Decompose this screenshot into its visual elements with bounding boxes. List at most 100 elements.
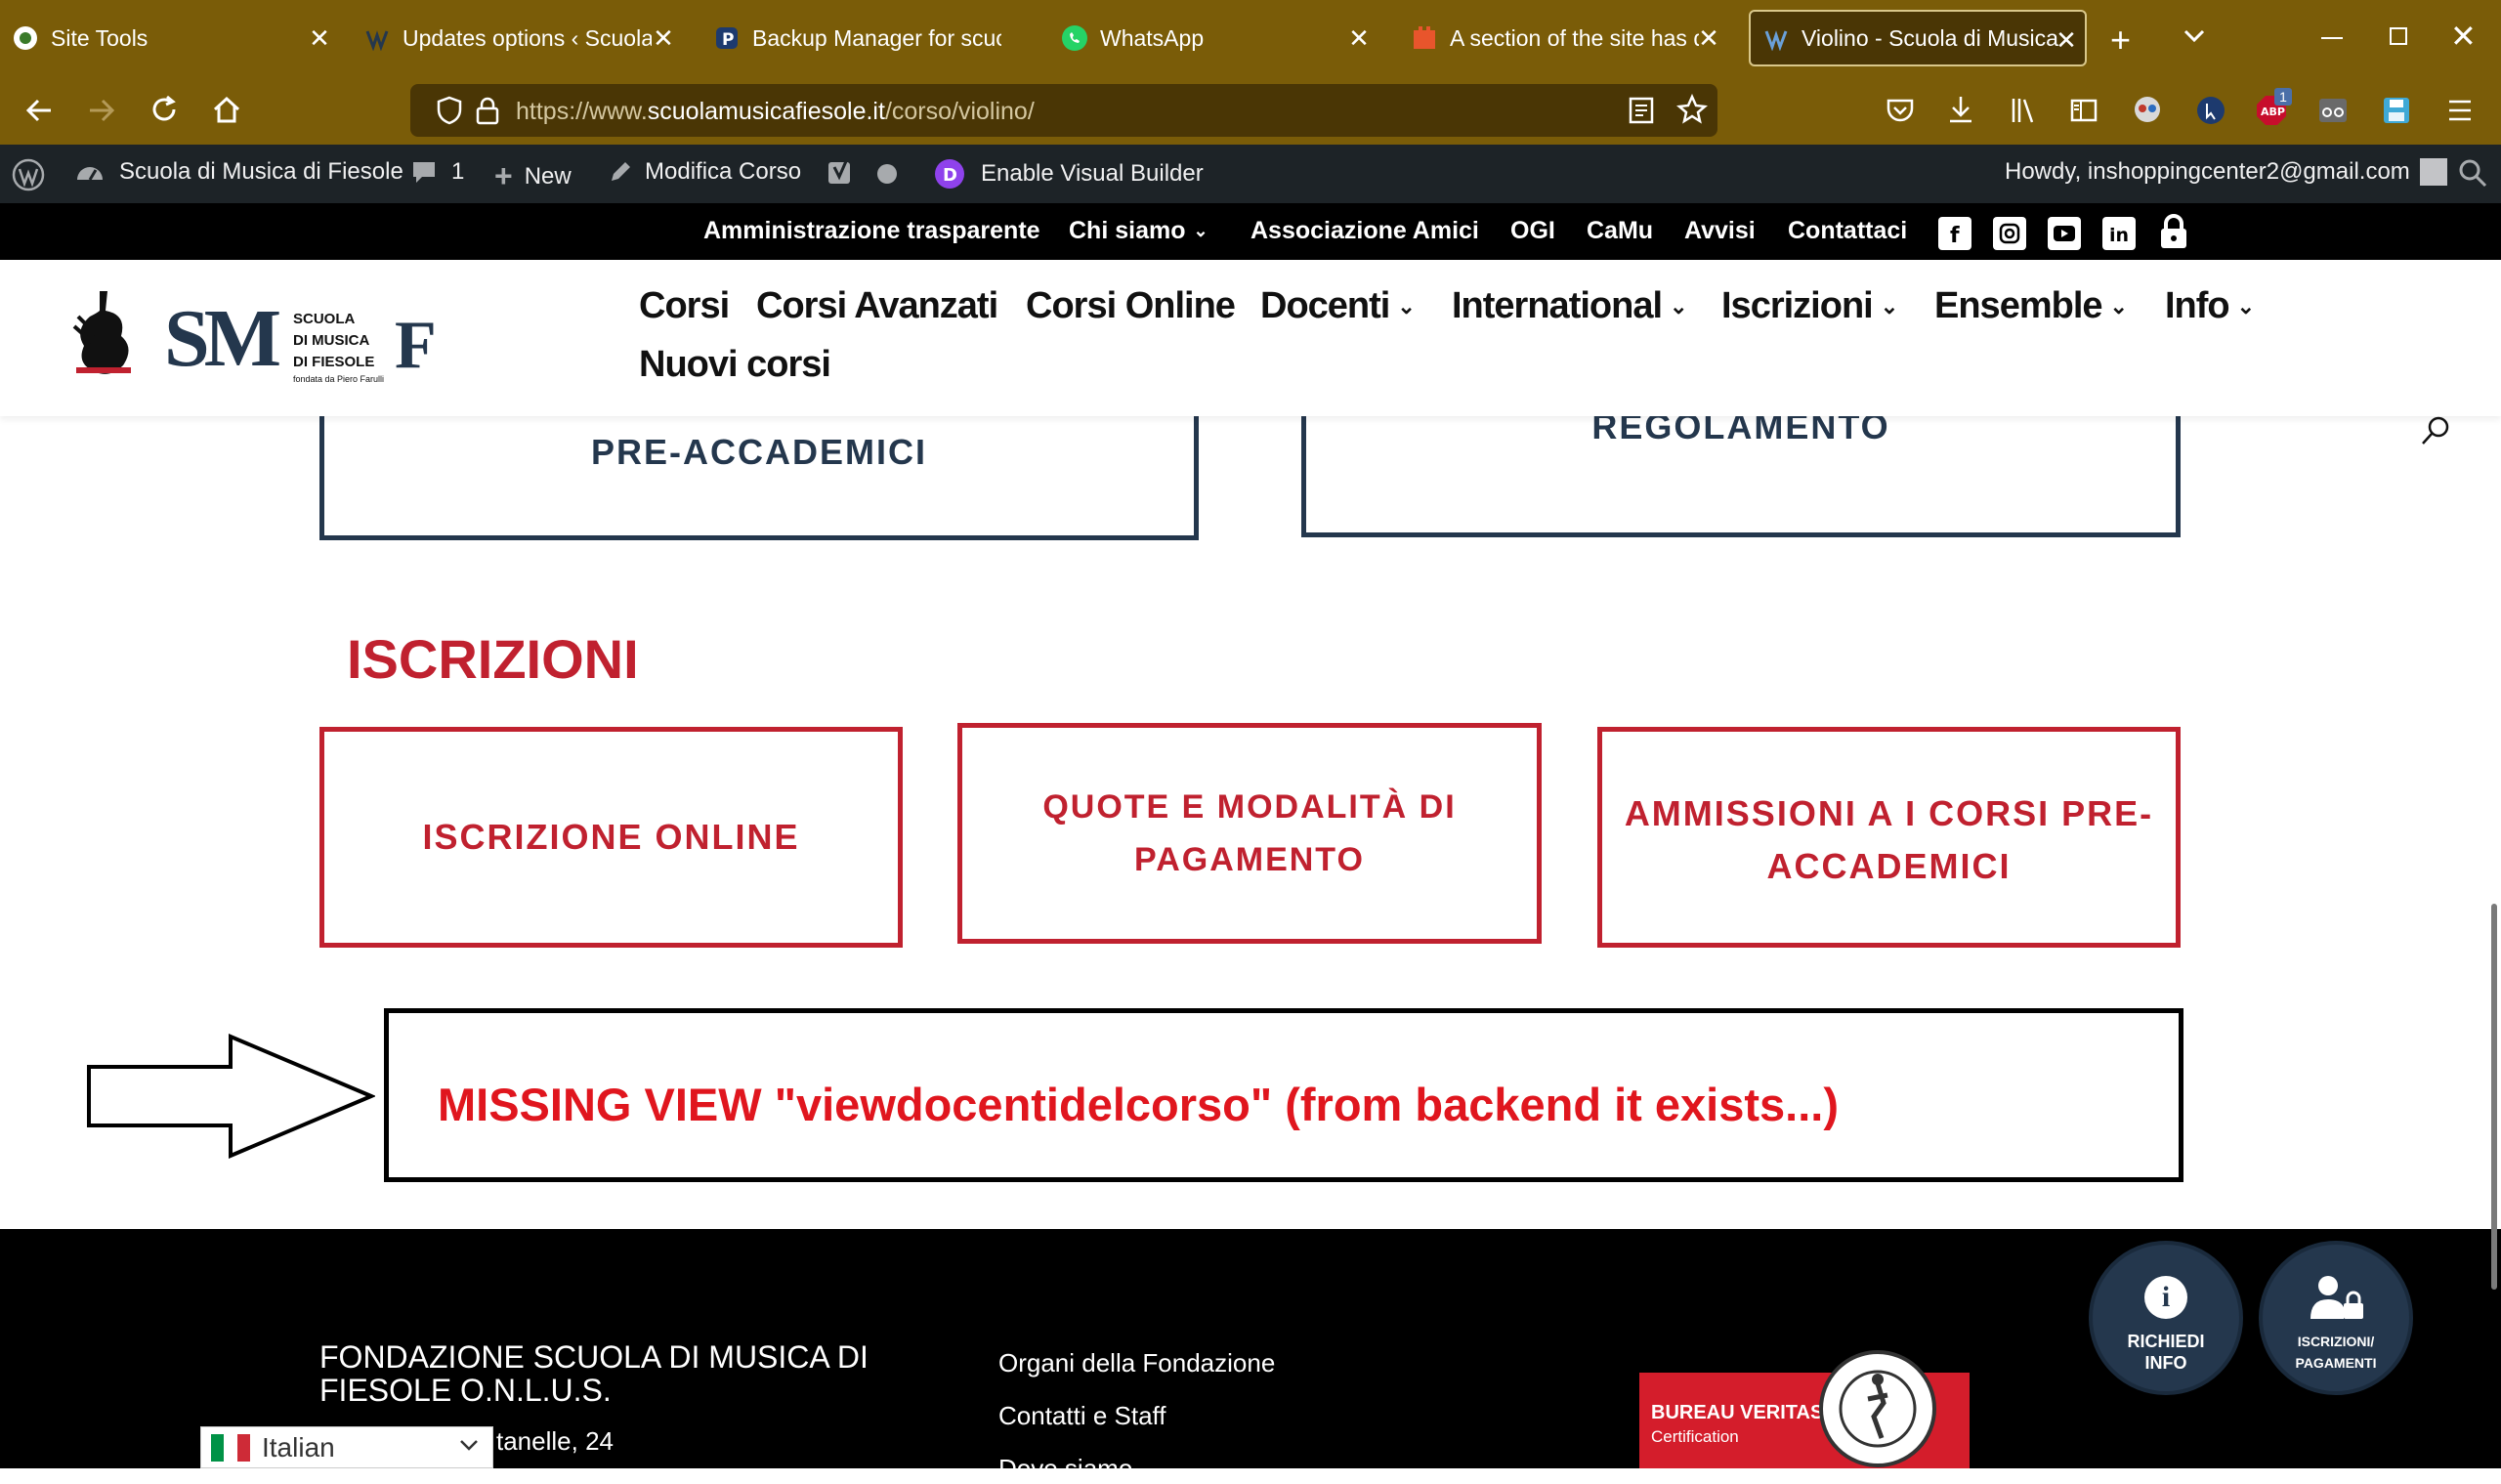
tab-site-tools[interactable]: Site Tools ✕	[12, 10, 334, 66]
site-logo[interactable]: SM SCUOLA DI MUSICA DI FIESOLE fondata d…	[70, 287, 451, 395]
nav-iscrizioni-label: Iscrizioni	[1721, 285, 1874, 326]
nav-corsi-avanzati[interactable]: Corsi Avanzati	[756, 285, 998, 327]
site-search-icon[interactable]	[2419, 414, 2452, 447]
nav-info[interactable]: Info ⌄	[2165, 285, 2255, 327]
restore-window-button[interactable]	[2390, 27, 2407, 45]
instagram-icon[interactable]	[1993, 217, 2026, 250]
footer-link-contatti[interactable]: Contatti e Staff	[998, 1401, 1166, 1431]
backup-manager-icon: P	[713, 24, 741, 52]
tab-list-chevron-icon[interactable]	[2181, 21, 2208, 49]
library-icon[interactable]	[2009, 96, 2038, 125]
lock-icon[interactable]	[475, 96, 500, 125]
enable-visual-builder[interactable]: D Enable Visual Builder	[934, 158, 1204, 190]
svg-text:D: D	[943, 165, 957, 186]
back-arrow-icon[interactable]	[23, 96, 55, 125]
close-tab-icon[interactable]: ✕	[2052, 25, 2081, 55]
nav-corsi-online[interactable]: Corsi Online	[1026, 285, 1236, 327]
iscrizioni-pagamenti-line-1: ISCRIZIONI/	[2297, 1334, 2375, 1349]
address-bar[interactable]: https://www.scuolamusicafiesole.it/corso…	[410, 84, 1717, 137]
facebook-icon[interactable]: f	[1938, 217, 1971, 250]
tab-backup-manager[interactable]: P Backup Manager for scuola	[713, 10, 1026, 66]
logo-line-1: SCUOLA	[293, 311, 356, 327]
url-prefix: https://www.	[516, 98, 648, 125]
topnav-associazione-amici[interactable]: Associazione Amici	[1250, 217, 1479, 245]
close-tab-icon[interactable]: ✕	[649, 23, 678, 53]
wordpress-logo-icon[interactable]	[12, 158, 45, 191]
iscrizioni-pagamenti-button[interactable]: ISCRIZIONI/ PAGAMENTI	[2259, 1241, 2413, 1395]
nav-docenti[interactable]: Docenti ⌄	[1260, 285, 1416, 327]
box-pre-accademici-label: PRE-ACCADEMICI	[590, 432, 927, 472]
menu-hamburger-icon[interactable]	[2446, 98, 2474, 123]
nav-nuovi-corsi[interactable]: Nuovi corsi	[639, 344, 831, 386]
extension-mask-icon[interactable]	[2132, 94, 2163, 125]
login-lock-icon[interactable]	[2157, 213, 2190, 250]
tab-updates-options[interactable]: Updates options ‹ Scuola di ✕	[363, 10, 678, 66]
wp-account[interactable]: Howdy, inshoppingcenter2@gmail.com	[2005, 158, 2447, 186]
ammissioni-button[interactable]: AMMISSIONI A I CORSI PRE- ACCADEMICI	[1597, 727, 2181, 948]
iscrizione-online-button[interactable]: ISCRIZIONE ONLINE	[319, 727, 903, 948]
topnav-contattaci[interactable]: Contattaci	[1788, 217, 1907, 245]
youtube-icon[interactable]	[2048, 217, 2081, 250]
tab-section-disabled[interactable]: A section of the site has dis ✕	[1411, 10, 1723, 66]
save-extension-icon[interactable]	[2382, 96, 2411, 125]
bureau-veritas-sublabel: Certification	[1651, 1427, 1739, 1446]
bookmark-star-icon[interactable]	[1676, 94, 1708, 125]
wp-search-icon[interactable]	[2458, 158, 2487, 188]
close-window-button[interactable]: ✕	[2450, 18, 2477, 55]
downloads-icon[interactable]	[1946, 94, 1975, 125]
topnav-amministrazione[interactable]: Amministrazione trasparente	[703, 217, 1040, 245]
reload-icon[interactable]	[148, 94, 180, 125]
quote-line-1: QUOTE E MODALITÀ DI	[1042, 788, 1457, 826]
chevron-down-icon: ⌄	[1670, 294, 1687, 318]
annotation-arrow-icon	[86, 1034, 375, 1159]
site-header: SM SCUOLA DI MUSICA DI FIESOLE fondata d…	[0, 260, 2501, 416]
tab-whatsapp[interactable]: WhatsApp ✕	[1061, 10, 1374, 66]
nav-ensemble[interactable]: Ensemble ⌄	[1934, 285, 2128, 327]
wordpress-icon	[363, 24, 391, 52]
shield-icon[interactable]	[436, 96, 463, 125]
close-tab-icon[interactable]: ✕	[1694, 23, 1723, 53]
new-tab-button[interactable]: +	[2110, 20, 2131, 61]
topnav-avvisi[interactable]: Avvisi	[1684, 217, 1756, 245]
footer-link-organi[interactable]: Organi della Fondazione	[998, 1348, 1275, 1378]
missing-view-box: MISSING VIEW "viewdocentidelcorso" (from…	[384, 1008, 2183, 1182]
site-favicon	[1762, 24, 1790, 52]
foundation-name: FONDAZIONE SCUOLA DI MUSICA DI FIESOLE O…	[319, 1340, 869, 1407]
whatsapp-icon	[1061, 24, 1088, 52]
topnav-chi-siamo[interactable]: Chi siamo ⌄	[1069, 217, 1208, 245]
wp-site-name[interactable]: Scuola di Musica di Fiesole	[74, 158, 403, 186]
pocket-icon[interactable]	[1886, 96, 1915, 125]
wp-new-content[interactable]: + New	[494, 158, 572, 194]
topnav-camu[interactable]: CaMu	[1587, 217, 1653, 245]
language-selector[interactable]: Italian	[200, 1426, 493, 1468]
minimize-window-button[interactable]	[2321, 37, 2343, 39]
bureau-veritas-label: BUREAU VERITAS	[1651, 1402, 1824, 1423]
tab-violino[interactable]: Violino - Scuola di Musica d ✕	[1749, 10, 2087, 66]
home-icon[interactable]	[211, 94, 242, 125]
wp-edit-corso[interactable]: Modifica Corso	[608, 158, 801, 186]
nav-iscrizioni[interactable]: Iscrizioni ⌄	[1721, 285, 1898, 327]
logo-line-3: DI FIESOLE	[293, 354, 375, 370]
svg-text:in: in	[2109, 225, 2129, 246]
topnav-ogi[interactable]: OGI	[1510, 217, 1555, 245]
sidebar-icon[interactable]	[2069, 96, 2098, 125]
close-tab-icon[interactable]: ✕	[305, 23, 334, 53]
nav-corsi[interactable]: Corsi	[639, 285, 730, 327]
richiedi-info-button[interactable]: i RICHIEDI INFO	[2089, 1241, 2243, 1395]
close-tab-icon[interactable]: ✕	[1344, 23, 1374, 53]
nav-international[interactable]: International ⌄	[1452, 285, 1687, 327]
svg-text:P: P	[722, 30, 734, 50]
page-scrollbar[interactable]	[2491, 904, 2497, 1290]
comment-count: 1	[451, 158, 465, 185]
yoast-icon[interactable]	[827, 158, 856, 188]
reader-view-icon[interactable]	[1628, 96, 1655, 125]
extension-glasses-icon[interactable]	[2317, 96, 2349, 125]
forward-arrow-icon[interactable]	[86, 96, 117, 125]
adblock-badge: 1	[2274, 88, 2292, 106]
quote-pagamento-button[interactable]: QUOTE E MODALITÀ DI PAGAMENTO	[957, 723, 1542, 944]
footer-link-dove-siamo[interactable]: Dove siamo	[998, 1454, 1132, 1484]
linkedin-icon[interactable]: in	[2102, 217, 2136, 250]
info-icon: i	[2144, 1276, 2187, 1319]
cursor-extension-icon[interactable]	[2196, 96, 2225, 125]
wp-comments[interactable]: 1	[410, 158, 464, 186]
